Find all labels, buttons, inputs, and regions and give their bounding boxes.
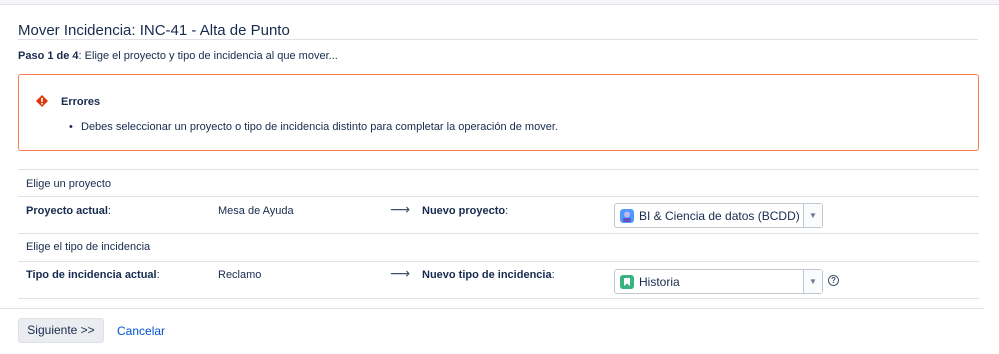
project-select[interactable]: BI & Ciencia de datos (BCDD) ▼	[614, 203, 823, 228]
colon: :	[107, 205, 111, 217]
title-divider	[18, 39, 978, 40]
chevron-down-icon[interactable]: ▼	[803, 270, 822, 293]
new-issue-type-label-text: Nuevo tipo de incidencia	[422, 269, 552, 281]
current-issue-type-value: Reclamo	[218, 269, 262, 281]
issue-type-select-value: Historia	[639, 274, 680, 289]
current-project-label: Proyecto actual:	[26, 205, 111, 217]
project-section-label: Elige un proyecto	[26, 178, 111, 190]
section-divider	[18, 233, 979, 234]
colon: :	[551, 269, 555, 281]
error-item: Debes seleccionar un proyecto o tipo de …	[69, 121, 558, 133]
section-divider	[18, 261, 979, 262]
section-divider	[18, 196, 979, 197]
step-indicator: Paso 1 de 4: Elige el proyecto y tipo de…	[18, 50, 338, 62]
new-project-label: Nuevo proyecto:	[422, 205, 508, 217]
issue-type-section-label: Elige el tipo de incidencia	[26, 241, 151, 253]
current-project-value: Mesa de Ayuda	[218, 205, 294, 217]
current-issue-type-label: Tipo de incidencia actual:	[26, 269, 160, 281]
footer-divider	[0, 308, 984, 309]
new-project-label-text: Nuevo proyecto	[422, 205, 506, 217]
issue-type-select[interactable]: Historia ▼	[614, 269, 823, 294]
right-arrow-icon: ⟶	[390, 265, 411, 281]
colon: :	[505, 205, 509, 217]
step-number: Paso 1 de 4	[18, 50, 79, 62]
next-button[interactable]: Siguiente >>	[18, 318, 104, 343]
error-panel: Errores Debes seleccionar un proyecto o …	[18, 74, 979, 151]
step-description: : Elige el proyecto y tipo de incidencia…	[78, 50, 338, 62]
project-select-value: BI & Ciencia de datos (BCDD)	[639, 208, 800, 223]
page-title: Mover Incidencia: INC-41 - Alta de Punto	[18, 22, 290, 39]
warning-icon	[36, 95, 48, 107]
project-avatar-icon	[620, 208, 634, 223]
story-icon	[620, 274, 634, 289]
section-divider	[18, 169, 979, 170]
section-divider	[18, 298, 979, 299]
top-strip	[0, 0, 999, 5]
new-issue-type-label: Nuevo tipo de incidencia:	[422, 269, 555, 281]
cancel-link[interactable]: Cancelar	[117, 324, 165, 338]
current-issue-type-label-text: Tipo de incidencia actual	[26, 269, 157, 281]
current-project-label-text: Proyecto actual	[26, 205, 108, 217]
chevron-down-icon[interactable]: ▼	[803, 204, 822, 227]
right-arrow-icon: ⟶	[390, 201, 411, 217]
colon: :	[156, 269, 160, 281]
help-icon[interactable]: ?	[828, 275, 839, 286]
error-list: Debes seleccionar un proyecto o tipo de …	[69, 121, 558, 133]
error-title: Errores	[61, 96, 101, 108]
